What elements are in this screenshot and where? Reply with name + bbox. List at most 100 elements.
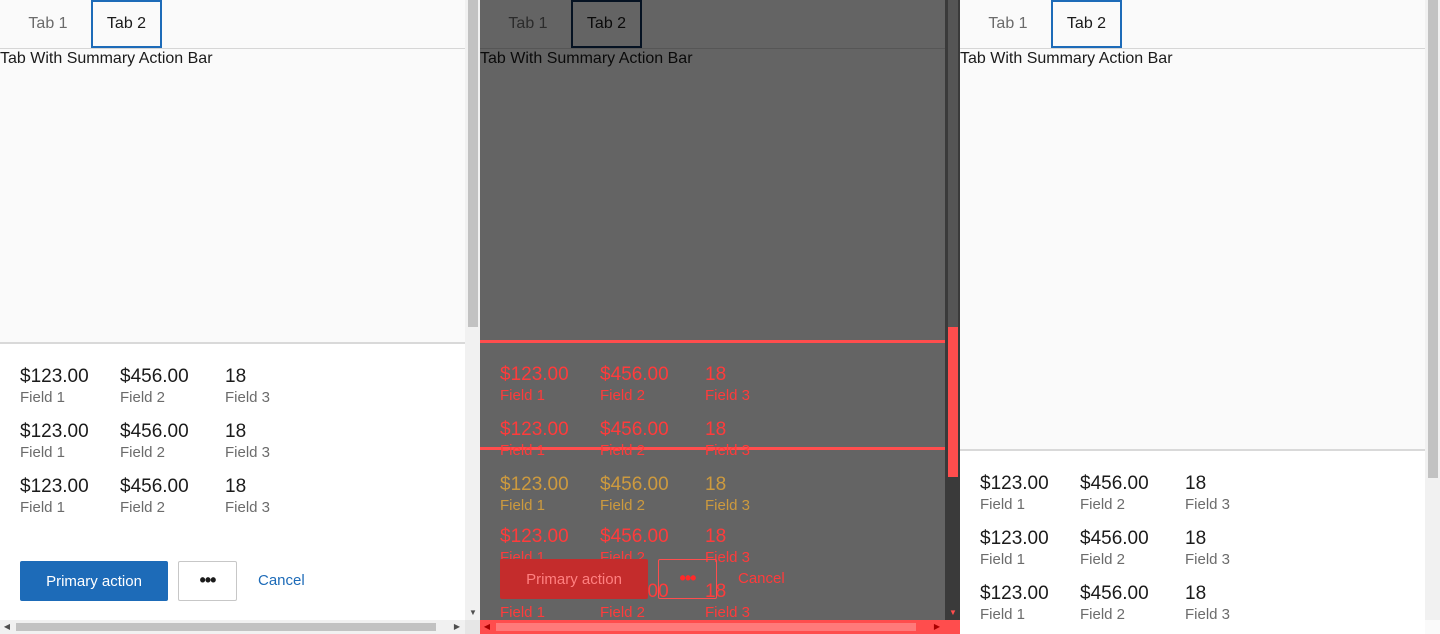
cancel-button[interactable]: Cancel [738,559,785,599]
ellipsis-icon: ••• [199,570,217,590]
field-2-value: $456.00 [120,421,189,442]
field-3: 18 Field 3 [1185,528,1230,570]
field-2-label: Field 2 [1080,496,1126,513]
tab-heading: Tab With Summary Action Bar [960,50,1173,67]
tab-2[interactable]: Tab 2 [91,0,162,48]
field-2-value: $456.00 [120,476,189,497]
field-2-value: $456.00 [600,364,669,385]
field-1-value: $123.00 [500,526,569,547]
field-1-label: Field 1 [20,499,66,516]
field-3-label: Field 3 [225,499,271,516]
summary-action-bar: $123.00 Field 1 $456.00 Field 2 18 Field 3 … [960,449,1425,634]
field-3-label: Field 3 [1185,551,1231,568]
field-3: 18 Field 3 [225,366,270,408]
scroll-right-arrow-icon[interactable]: ▶ [932,622,942,632]
field-1-label: Field 1 [500,442,546,459]
field-3: 18 Field 3 [225,476,270,518]
primary-action-button[interactable]: Primary action [20,561,168,601]
scroll-down-arrow-icon[interactable]: ▼ [948,608,958,618]
field-2: $456.00 Field 2 [1080,473,1149,515]
horizontal-scroll-thumb[interactable] [16,623,436,631]
field-1-value: $123.00 [20,421,89,442]
field-2: $456.00 Field 2 [1080,528,1149,570]
vertical-scrollbar[interactable] [1425,0,1440,620]
field-2: $456.00 Field 2 [600,419,669,461]
vertical-scroll-thumb-highlight [948,327,958,477]
field-3-value: 18 [225,476,247,497]
horizontal-scroll-thumb[interactable] [496,623,916,631]
tab-2[interactable]: Tab 2 [1051,0,1122,48]
tab-heading: Tab With Summary Action Bar [0,50,213,67]
vertical-scrollbar[interactable]: ▼ [465,0,480,620]
scroll-left-arrow-icon[interactable]: ◀ [2,622,12,632]
action-bar: Primary action ••• Cancel [20,561,440,601]
field-1: $123.00 Field 1 [20,421,89,463]
more-options-button[interactable]: ••• [178,561,237,601]
field-3-label: Field 3 [705,497,751,514]
field-1-label: Field 1 [20,444,66,461]
field-2-label: Field 2 [120,389,166,406]
action-bar: Primary action ••• Cancel [500,559,920,599]
field-3-label: Field 3 [705,387,751,404]
field-3-value: 18 [705,419,727,440]
field-1: $123.00 Field 1 [980,528,1049,570]
field-2-label: Field 2 [120,444,166,461]
field-1-value: $123.00 [20,476,89,497]
field-1-label: Field 1 [500,497,546,514]
field-2-label: Field 2 [1080,551,1126,568]
summary-action-bar: $123.00 Field 1 $456.00 Field 2 18 Field 3 … [480,342,945,621]
field-1-value: $123.00 [500,474,569,495]
field-3-label: Field 3 [1185,496,1231,513]
field-1-label: Field 1 [980,496,1026,513]
vertical-scroll-thumb[interactable] [948,0,958,327]
field-1: $123.00 Field 1 [20,366,89,408]
field-3: 18 Field 3 [1185,473,1230,515]
field-3-value: 18 [705,526,727,547]
scroll-left-arrow-icon[interactable]: ◀ [482,622,492,632]
field-2: $456.00 Field 2 [120,421,189,463]
scroll-down-arrow-icon[interactable]: ▼ [468,608,478,618]
vertical-scroll-thumb[interactable] [1428,0,1438,478]
summary-row: $123.00 Field 1 $456.00 Field 2 18 Field 3 [980,528,1400,574]
tab-1[interactable]: Tab 1 [18,0,78,48]
field-3-value: 18 [1185,583,1207,604]
field-2-label: Field 2 [600,497,646,514]
field-2-value: $456.00 [600,474,669,495]
field-2-value: $456.00 [1080,473,1149,494]
field-1: $123.00 Field 1 [980,583,1049,625]
summary-row-diff: $123.00 Field 1 $456.00 Field 2 18 Field 3 [500,474,920,520]
summary-row: $123.00 Field 1 $456.00 Field 2 18 Field 3 [20,421,440,467]
field-3-label: Field 3 [705,442,751,459]
summary-row: $123.00 Field 1 $456.00 Field 2 18 Field 3 [20,366,440,412]
summary-row: $123.00 Field 1 $456.00 Field 2 18 Field 3 [20,476,440,522]
more-options-button[interactable]: ••• [658,559,717,599]
field-3: 18 Field 3 [705,474,750,516]
field-2: $456.00 Field 2 [600,364,669,406]
ellipsis-icon: ••• [679,568,697,588]
scroll-right-arrow-icon[interactable]: ▶ [452,622,462,632]
field-2: $456.00 Field 2 [600,474,669,516]
field-2: $456.00 Field 2 [1080,583,1149,625]
field-2-label: Field 2 [1080,606,1126,623]
field-2-value: $456.00 [600,526,669,547]
field-1-label: Field 1 [500,387,546,404]
vertical-scrollbar[interactable]: ▼ [945,0,960,620]
field-1-value: $123.00 [980,528,1049,549]
field-1-label: Field 1 [980,606,1026,623]
field-3-label: Field 3 [225,444,271,461]
tab-1[interactable]: Tab 1 [978,0,1038,48]
field-3: 18 Field 3 [705,364,750,406]
field-3-value: 18 [225,366,247,387]
field-1-value: $123.00 [980,473,1049,494]
scroll-corner [465,620,480,634]
field-2-label: Field 2 [120,499,166,516]
horizontal-scrollbar-highlight[interactable]: ◀ ▶ [480,620,960,634]
field-1: $123.00 Field 1 [500,474,569,516]
vertical-scroll-thumb[interactable] [468,0,478,327]
field-1: $123.00 Field 1 [500,419,569,461]
field-1-value: $123.00 [500,364,569,385]
horizontal-scrollbar[interactable]: ◀ ▶ [0,620,465,634]
primary-action-button[interactable]: Primary action [500,559,648,599]
field-3-value: 18 [1185,528,1207,549]
cancel-button[interactable]: Cancel [258,561,305,601]
